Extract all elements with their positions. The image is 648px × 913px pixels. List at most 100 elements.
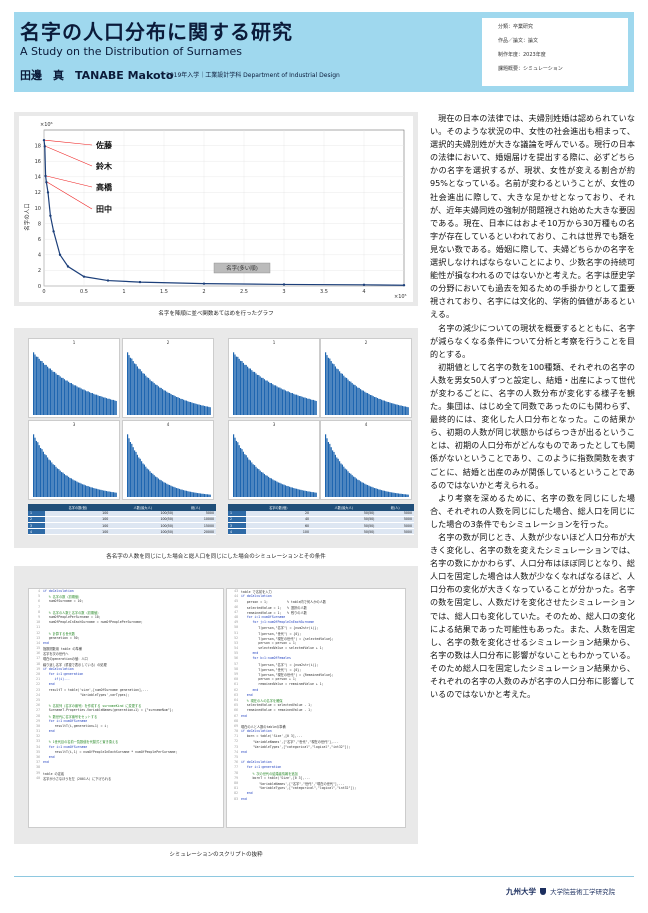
mini-chart-bar: [381, 490, 383, 497]
mini-chart-bar: [298, 396, 300, 415]
mini-chart-bar: [350, 381, 352, 415]
chart-y-tick: 0: [38, 284, 41, 290]
mini-chart-bar: [77, 482, 79, 497]
mini-chart-bar: [348, 381, 350, 415]
mini-chart-bar: [263, 473, 265, 497]
mini-chart-bar: [82, 389, 84, 415]
mini-chart-bar: [206, 494, 208, 497]
mini-chart-bar: [34, 437, 36, 497]
code-line-text: resultT(i,1) = numOfPeopleInEachSurname …: [43, 749, 178, 754]
mini-chart-bar: [261, 377, 263, 415]
mini-chart-bar: [395, 493, 397, 497]
mini-chart-bar: [369, 486, 371, 497]
mini-chart-bar: [98, 489, 100, 497]
mini-chart-bar: [58, 375, 60, 415]
mini-chart-bar: [156, 384, 158, 415]
mini-chart-bar: [254, 465, 256, 497]
figure2-caption: 各名字の人数を同じにした場合と総人口を同じにした場合のシミュレーションとその条件: [106, 554, 326, 560]
chart-point: [138, 280, 142, 284]
mini-chart-bar: [110, 399, 112, 415]
mini-chart-bar: [105, 491, 107, 497]
mini-chart-bar: [76, 481, 78, 497]
mini-chart-bar: [269, 382, 271, 415]
mini-chart-bar: [148, 469, 150, 497]
mini-chart-bar: [35, 440, 37, 497]
mini-chart-bar: [89, 392, 91, 415]
mini-chart-bar: [54, 465, 56, 497]
mini-chart-bar: [234, 437, 236, 497]
mini-chart-bar: [233, 352, 235, 415]
mini-chart-bar: [407, 407, 409, 415]
mini-chart-bar: [76, 386, 78, 415]
mini-chart-panel: 1: [228, 338, 320, 418]
mini-chart-bar: [286, 391, 288, 415]
mini-chart-bar: [326, 438, 328, 497]
mini-chart-bar: [129, 357, 131, 415]
mini-chart-bar: [389, 402, 391, 415]
mini-chart-bar: [169, 393, 171, 415]
mini-chart-bar: [103, 397, 105, 415]
mini-chart-bar: [164, 390, 166, 415]
mini-chart-bar: [205, 406, 207, 415]
mini-chart-bar: [91, 487, 93, 497]
mini-chart-bar: [276, 481, 278, 497]
mini-chart-bar: [244, 364, 246, 415]
mini-chart-bar: [132, 447, 134, 497]
mini-chart-bar: [83, 389, 85, 415]
mini-chart-bar: [197, 404, 199, 415]
mini-chart-bar: [55, 373, 57, 415]
mini-chart-bar: [187, 491, 189, 497]
mini-chart-bar: [195, 403, 197, 415]
mini-chart-bar: [406, 406, 408, 415]
mini-chart-bar: [332, 363, 334, 415]
mini-chart-bar: [56, 374, 58, 415]
mini-chart-bar: [379, 489, 381, 497]
mini-chart-bar: [258, 469, 260, 497]
mini-chart-panel: 3: [28, 420, 120, 500]
mini-chart-bar: [396, 493, 398, 497]
mini-chart-svg: [325, 434, 409, 497]
mini-chart-bar: [205, 494, 207, 497]
table-cell: 50(50): [311, 528, 377, 536]
mini-chart-bar: [385, 401, 387, 415]
table-header-cell: [228, 504, 246, 511]
mini-chart-bar: [365, 392, 367, 415]
mini-chart-panel: 1: [28, 338, 120, 418]
mini-chart-bar: [75, 385, 77, 415]
mini-chart-bar: [297, 395, 299, 415]
mini-chart-bar: [254, 371, 256, 415]
mini-chart-bar: [72, 479, 74, 497]
mini-chart-bar: [173, 395, 175, 415]
mini-chart-bar: [167, 484, 169, 497]
mini-chart-bar: [208, 406, 210, 415]
mini-chart-bar: [298, 489, 300, 497]
mini-chart-bar: [152, 381, 154, 415]
mini-chart-bar: [282, 389, 284, 415]
mini-chart-bar: [177, 397, 179, 415]
mini-chart-bar: [112, 492, 114, 497]
mini-chart-bar: [169, 484, 171, 497]
mini-chart-bar: [258, 375, 260, 415]
mini-chart-bar: [266, 475, 268, 497]
mini-chart-bar: [58, 469, 60, 497]
mini-chart-bar: [293, 393, 295, 415]
mini-chart-bar: [128, 355, 130, 415]
mini-chart-bar: [339, 371, 341, 415]
mini-chart-bar: [361, 390, 363, 415]
mini-chart-bar: [404, 494, 406, 497]
meta-summary: 課題概要：シミュレーション: [498, 66, 563, 72]
mini-chart-bar: [145, 466, 147, 497]
mini-chart-bar: [262, 377, 264, 415]
mini-chart-bar: [44, 454, 46, 497]
mini-chart-bar: [34, 354, 36, 415]
mini-chart-bar: [56, 468, 58, 497]
mini-chart-bar: [40, 447, 42, 497]
chart-y-tick: 16: [35, 159, 41, 165]
mini-chart-panel: 4: [320, 420, 412, 500]
mini-chart-bar: [202, 405, 204, 415]
mini-chart-bar: [372, 487, 374, 497]
mini-chart-bar: [171, 394, 173, 415]
body-paragraph-5: 名字の数が同じとき、人数が少ないほど人口分布が大きく変化し、名字の数を変えたシミ…: [430, 532, 635, 700]
mini-chart-bar: [197, 493, 199, 497]
mini-chart-bar: [374, 396, 376, 415]
